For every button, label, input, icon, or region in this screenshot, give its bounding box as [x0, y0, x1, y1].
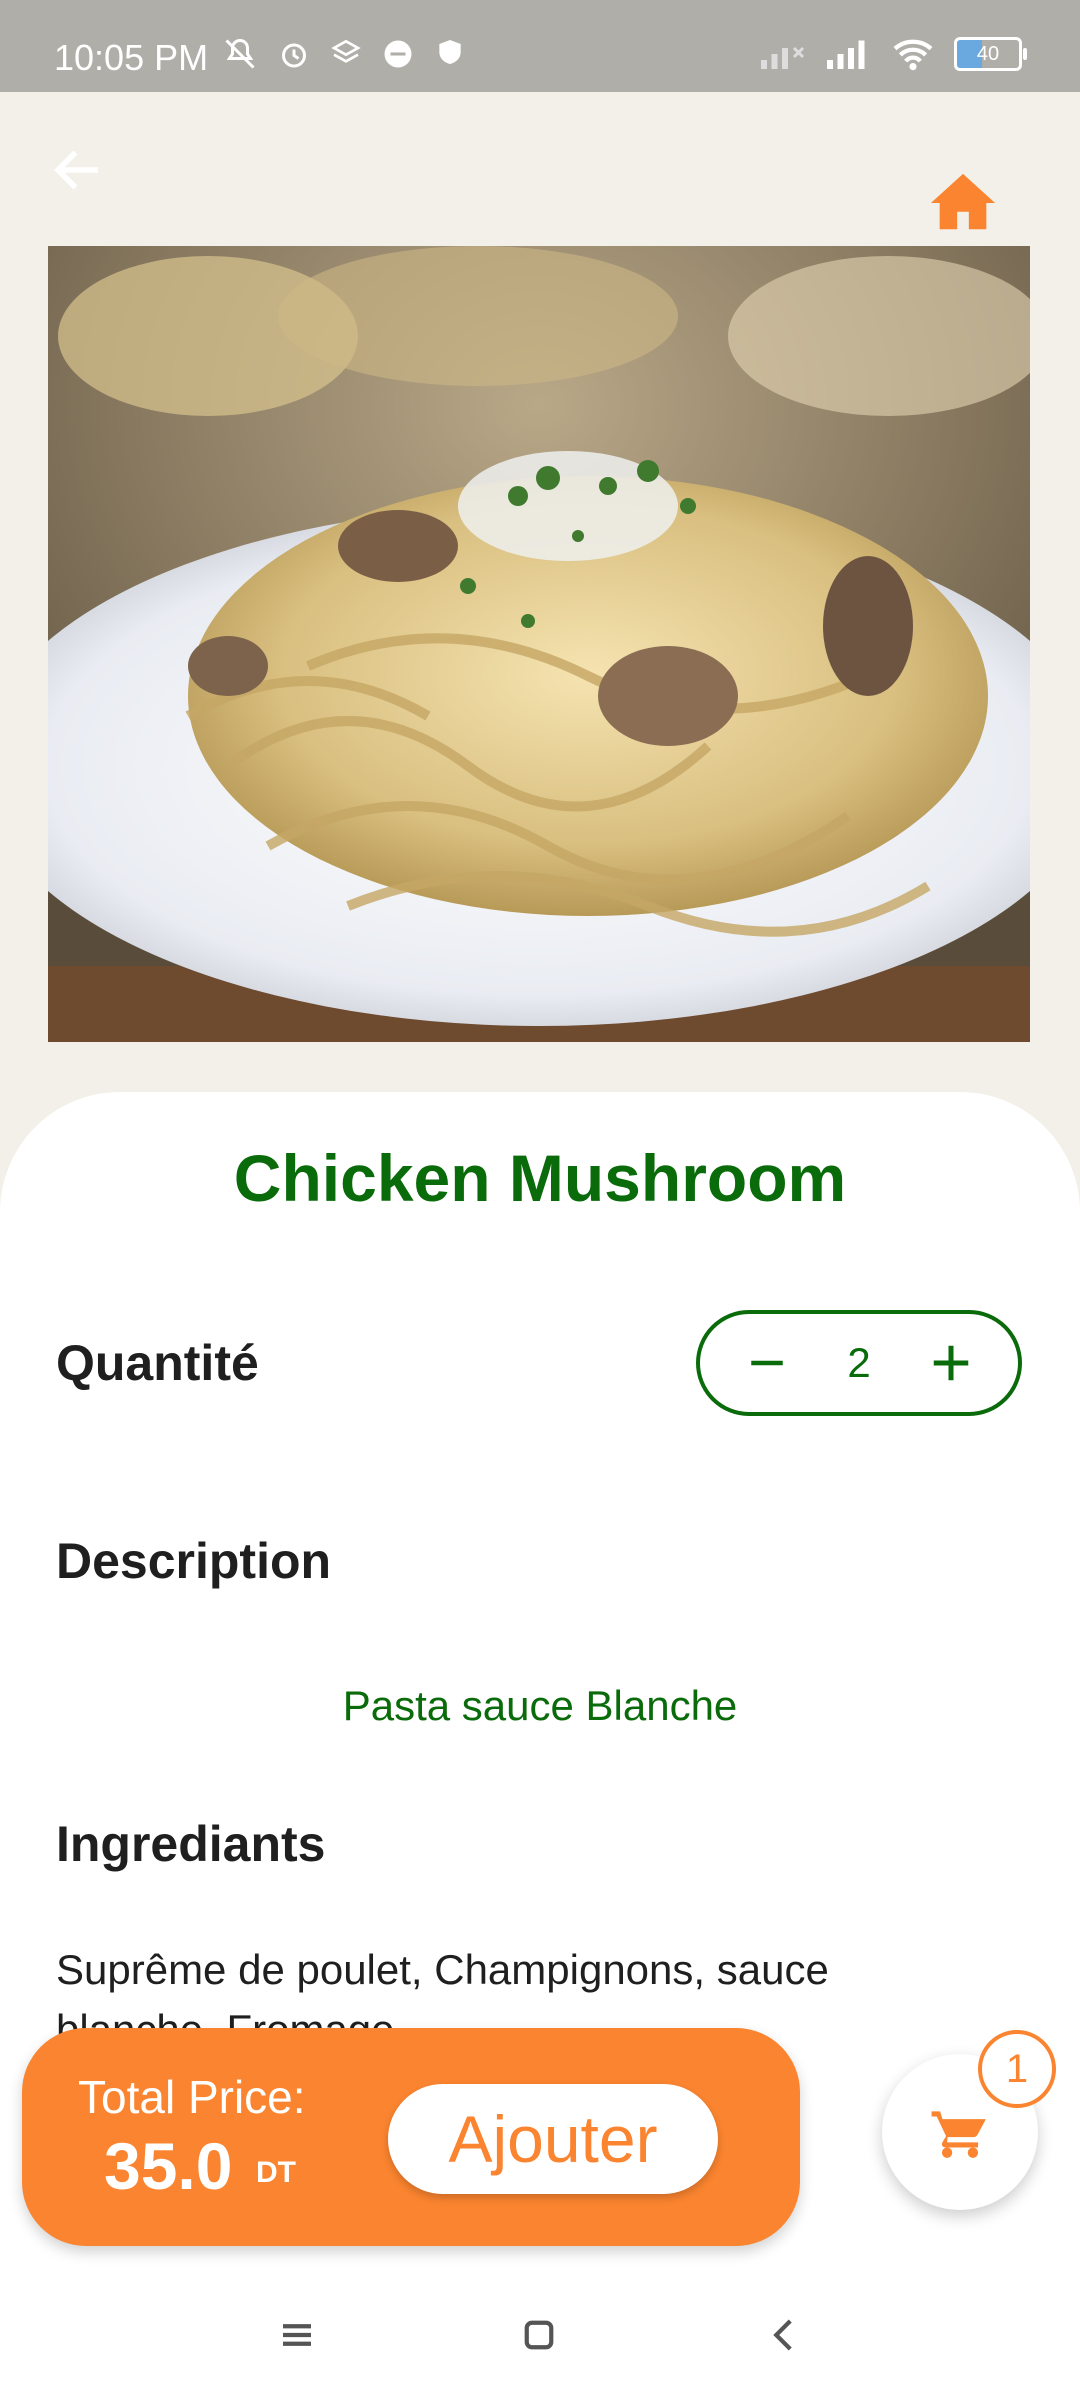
home-icon: [930, 173, 996, 230]
back-nav-button[interactable]: [764, 2314, 806, 2356]
back-button[interactable]: [48, 140, 108, 200]
quantity-label: Quantité: [56, 1335, 259, 1391]
menu-icon: [283, 2324, 311, 2346]
cart-count-badge: 1: [978, 2030, 1056, 2108]
quantity-value: 2: [847, 1339, 871, 1386]
plus-icon: [933, 1345, 969, 1381]
total-price-label: Total Price:: [78, 2071, 306, 2123]
cart-icon: [931, 2111, 986, 2158]
vpn-icon: [384, 40, 412, 68]
home-nav-button[interactable]: [518, 2314, 560, 2356]
dish-title: Chicken Mushroom: [233, 1141, 847, 1215]
description-text: Pasta sauce Blanche: [342, 1682, 738, 1729]
status-icons-right: 40: [758, 36, 1027, 72]
signal-off-icon: [761, 46, 805, 69]
arrow-left-icon: [54, 150, 98, 190]
decrement-button[interactable]: [744, 1340, 790, 1386]
wifi-icon: [893, 39, 933, 71]
mute-bell-icon: [225, 38, 255, 69]
dish-image: [48, 246, 1030, 1042]
currency-unit: DT: [256, 2156, 296, 2189]
alarm-icon: [282, 43, 306, 68]
pasta-photo: [48, 246, 1030, 1042]
increment-button[interactable]: [928, 1340, 974, 1386]
system-nav-bar: [0, 2268, 1080, 2400]
description-label: Description: [56, 1533, 332, 1589]
status-icons-left: [222, 36, 466, 72]
home-button[interactable]: [928, 168, 998, 238]
add-to-cart-button[interactable]: Ajouter: [388, 2084, 718, 2194]
recent-apps-button[interactable]: [276, 2314, 318, 2356]
signal-icon: [827, 40, 865, 69]
quantity-stepper: 2: [696, 1310, 1022, 1416]
price-bar: Total Price: 35.0 DT Ajouter: [22, 2028, 800, 2246]
layers-icon: [331, 39, 361, 63]
status-time: 10:05 PM: [54, 37, 209, 78]
ingredients-label: Ingrediants: [56, 1816, 326, 1872]
square-icon: [524, 2320, 554, 2350]
chevron-left-icon: [773, 2319, 792, 2351]
minus-icon: [751, 1360, 783, 1366]
total-price-value: 35.0: [104, 2129, 233, 2203]
battery-level: 40: [976, 42, 1000, 65]
shield-icon: [439, 40, 461, 64]
status-bar: 10:05 PM 40: [0, 0, 1080, 92]
battery-indicator: 40: [954, 37, 1027, 71]
